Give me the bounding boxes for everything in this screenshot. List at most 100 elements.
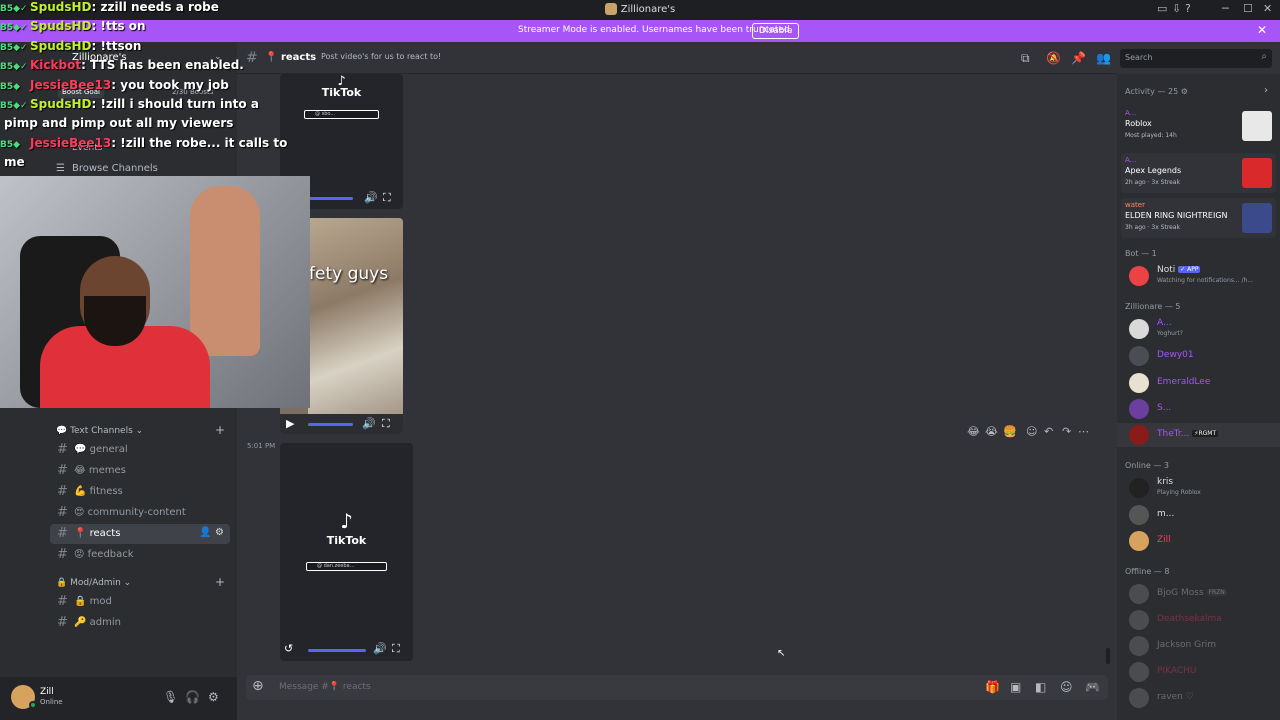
activity-card[interactable]: A... Roblox Most played: 14h xyxy=(1121,106,1276,146)
close-button[interactable]: ✕ xyxy=(1263,2,1272,15)
disable-button[interactable]: Disable xyxy=(752,23,800,39)
reaction-icon[interactable]: 🍔 xyxy=(1003,425,1017,438)
volume-icon[interactable]: 🔊 xyxy=(362,417,376,430)
download-icon[interactable]: ⇩ xyxy=(1172,2,1181,15)
message-input[interactable]: Message #📍 reacts xyxy=(279,682,371,692)
hash-icon: # xyxy=(57,547,68,562)
channel-name: community-content xyxy=(87,507,186,518)
add-attachment-icon[interactable]: ⊕ xyxy=(252,678,264,694)
chat-text: : !tts on xyxy=(91,19,146,33)
fullscreen-icon[interactable]: ⛶ xyxy=(382,417,390,431)
member-item[interactable]: Noti ✓ APP Watching for notifications...… xyxy=(1117,264,1280,288)
add-channel-icon[interactable]: + xyxy=(215,575,225,589)
channel-name: fitness xyxy=(89,486,123,497)
category-text-channels[interactable]: 💬 Text Channels ⌄ xyxy=(56,426,143,436)
video-progress-bar[interactable] xyxy=(308,423,353,426)
play-icon[interactable]: ▶ xyxy=(286,417,294,430)
message-composer[interactable]: ⊕ Message #📍 reacts 🎁 ▣ ◧ ☺ 🎮 xyxy=(246,675,1108,700)
chevron-right-icon[interactable]: › xyxy=(1264,85,1268,96)
activity-card[interactable]: A... Apex Legends 2h ago · 3x Streak xyxy=(1121,153,1276,193)
channel-admin[interactable]: # 🔑 admin xyxy=(50,613,230,633)
avatar xyxy=(1129,399,1149,419)
maximize-button[interactable]: ☐ xyxy=(1243,2,1253,15)
avatar xyxy=(1129,478,1149,498)
member-item[interactable]: A... Yoghurt? xyxy=(1117,317,1280,341)
member-item[interactable]: S... xyxy=(1117,397,1280,421)
member-item[interactable]: kris Playing Roblox xyxy=(1117,476,1280,500)
member-item[interactable]: Dewy01 xyxy=(1117,344,1280,368)
sticker-icon[interactable]: ◧ xyxy=(1035,680,1046,694)
member-item[interactable]: Deathsekalma xyxy=(1117,608,1280,632)
username[interactable]: Zill xyxy=(40,687,54,697)
member-item[interactable]: raven ♡ xyxy=(1117,686,1280,710)
activities-icon[interactable]: 🎮 xyxy=(1085,680,1100,694)
microphone-icon[interactable]: 🎙 xyxy=(163,690,178,704)
scrollbar-thumb[interactable] xyxy=(1106,648,1110,664)
channel-label: 🔑 admin xyxy=(74,617,121,628)
member-item[interactable]: BjoG Moss FRZN xyxy=(1117,582,1280,606)
gear-icon[interactable]: ⚙ xyxy=(215,527,224,538)
chat-line: B5◆✓ SpudsHD: !ttson xyxy=(0,39,141,53)
help-icon[interactable]: ? xyxy=(1185,2,1191,15)
search-icon: ⌕ xyxy=(1261,51,1267,62)
avatar xyxy=(1129,636,1149,656)
channel-label: 📍 reacts xyxy=(74,528,120,539)
reaction-icon[interactable]: 😂 xyxy=(967,425,980,438)
gift-icon[interactable]: 🎁 xyxy=(985,680,1000,694)
channel-name: admin xyxy=(89,617,121,628)
channel-emoji: 😡 xyxy=(74,549,85,560)
add-reaction-icon[interactable]: ☺ xyxy=(1026,425,1037,438)
member-item[interactable]: m... xyxy=(1117,503,1280,527)
member-sub: Watching for notifications... /h... xyxy=(1157,277,1254,284)
channel-reacts[interactable]: # 📍 reacts 👤 ⚙ xyxy=(50,524,230,544)
elden-ring-icon xyxy=(1242,203,1272,233)
channel-name: reacts xyxy=(89,528,121,539)
forward-icon[interactable]: ↷ xyxy=(1062,425,1071,438)
channel-memes[interactable]: # 😂 memes xyxy=(50,461,230,481)
add-channel-icon[interactable]: + xyxy=(215,423,225,437)
replay-icon[interactable]: ↺ xyxy=(284,642,293,655)
member-item[interactable]: EmeraldLee xyxy=(1117,371,1280,395)
notification-bell-icon[interactable]: 🔕 xyxy=(1046,51,1061,65)
gear-icon[interactable]: ⚙ xyxy=(208,690,219,704)
member-item[interactable]: Jackson Grim xyxy=(1117,634,1280,658)
video-progress-bar[interactable] xyxy=(308,649,366,652)
channel-fitness[interactable]: # 💪 fitness xyxy=(50,482,230,502)
minimize-button[interactable]: ─ xyxy=(1222,2,1229,15)
inbox-icon[interactable]: ▭ xyxy=(1157,2,1167,15)
member-list-icon[interactable]: 👥 xyxy=(1096,51,1111,65)
reply-icon[interactable]: ↶ xyxy=(1044,425,1053,438)
emoji-icon[interactable]: ☺ xyxy=(1060,680,1073,694)
gif-icon[interactable]: ▣ xyxy=(1010,680,1021,694)
member-item[interactable]: TheTr... ⚡RGMT xyxy=(1117,423,1280,447)
hash-icon: # xyxy=(57,615,68,630)
category-mod-admin[interactable]: 🔒 Mod/Admin ⌄ xyxy=(56,578,131,588)
channel-mod[interactable]: # 🔒 mod xyxy=(50,592,230,612)
avatar xyxy=(1129,319,1149,339)
threads-icon[interactable]: ⧉ xyxy=(1021,51,1030,66)
channel-controls: 👤 ⚙ xyxy=(199,527,224,538)
member-item[interactable]: PIKACHU xyxy=(1117,660,1280,684)
channel-community-content[interactable]: # 😍 community-content xyxy=(50,503,230,523)
activity-card[interactable]: water ELDEN RING NIGHTREIGN 3h ago · 3x … xyxy=(1121,198,1276,238)
fullscreen-icon[interactable]: ⛶ xyxy=(383,191,391,205)
activity-header: Activity — 25 ⚙ xyxy=(1125,87,1188,96)
tiktok-label: TikTok xyxy=(326,534,367,547)
reaction-icon[interactable]: 😭 xyxy=(985,425,998,438)
member-item[interactable]: Zill xyxy=(1117,529,1280,553)
video-progress-bar[interactable] xyxy=(308,197,353,200)
member-sub: Yoghurt? xyxy=(1157,330,1183,337)
headphones-icon[interactable]: 🎧 xyxy=(185,690,200,704)
close-icon[interactable]: ✕ xyxy=(1257,23,1267,37)
search-input[interactable]: Search ⌕ xyxy=(1120,49,1272,68)
invite-icon[interactable]: 👤 xyxy=(199,527,211,538)
fullscreen-icon[interactable]: ⛶ xyxy=(392,642,400,656)
channel-emoji: 📍 xyxy=(74,528,87,539)
more-icon[interactable]: ⋯ xyxy=(1078,425,1089,438)
channel-feedback[interactable]: # 😡 feedback xyxy=(50,545,230,565)
channel-general[interactable]: # 💬 general xyxy=(50,440,230,460)
volume-icon[interactable]: 🔊 xyxy=(373,642,387,655)
video-attachment[interactable]: ♪ TikTok @ dan.zeeba... ↺ 🔊 ⛶ xyxy=(280,443,413,661)
pin-icon[interactable]: 📌 xyxy=(1071,51,1086,65)
volume-icon[interactable]: 🔊 xyxy=(364,191,378,204)
